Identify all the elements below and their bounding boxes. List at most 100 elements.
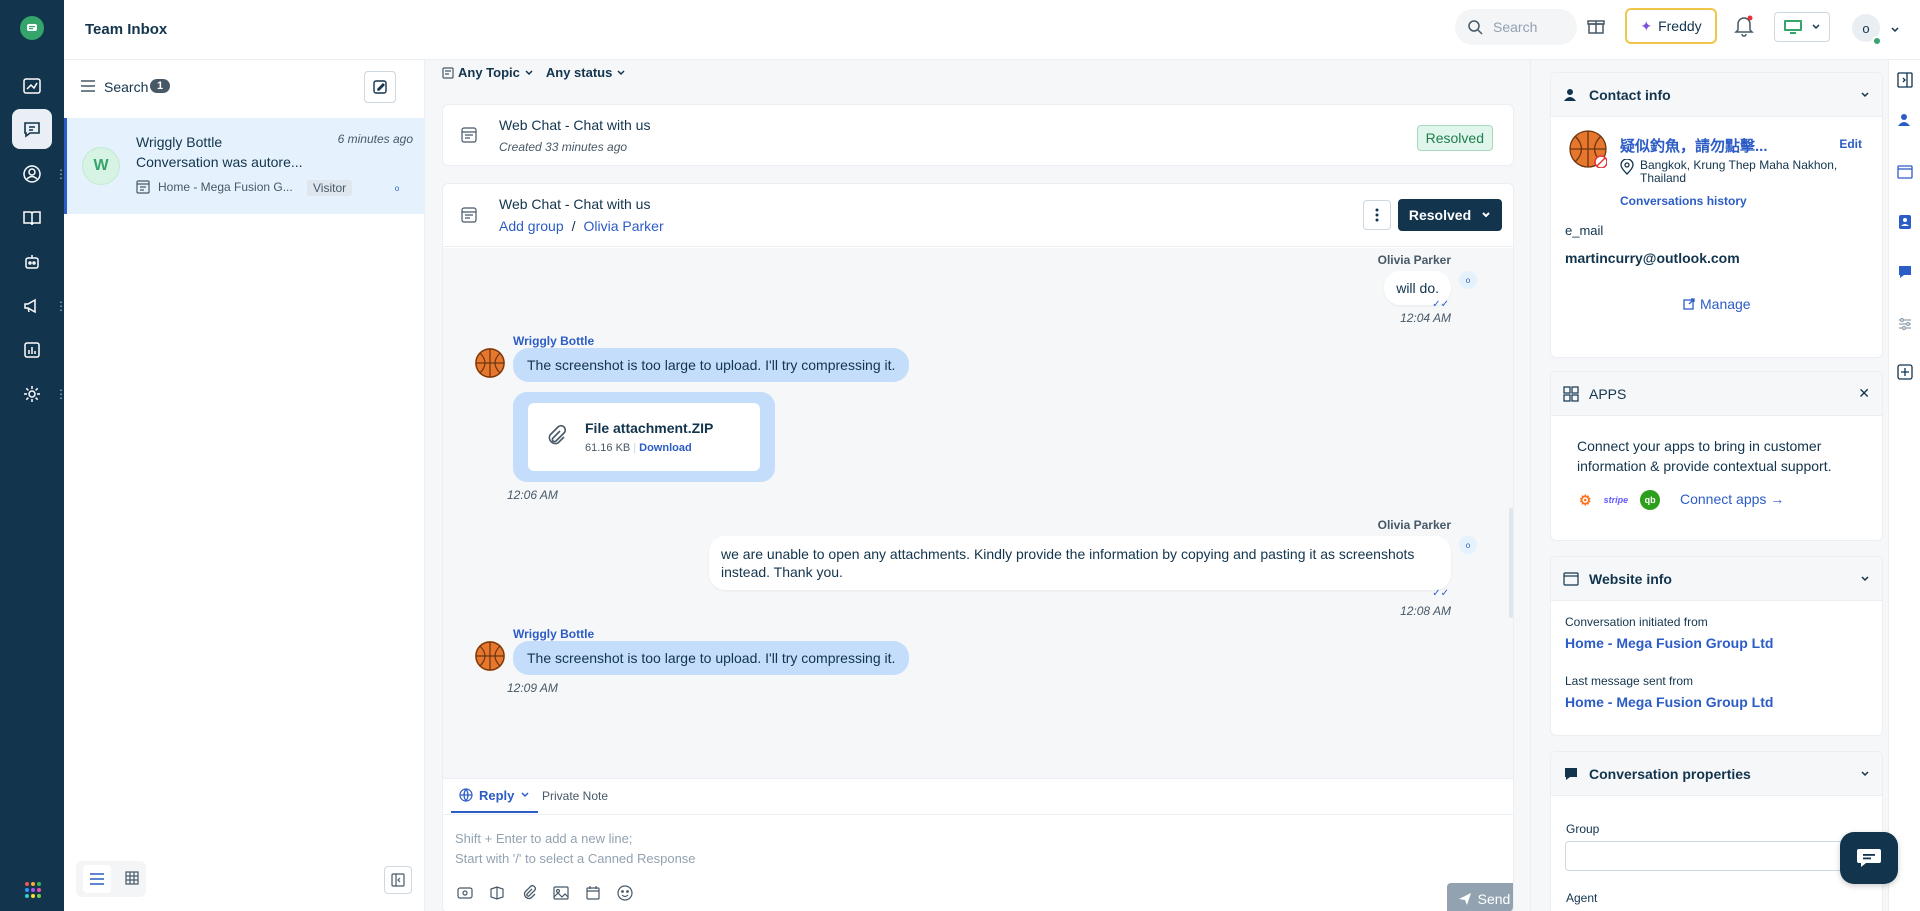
message-time: 12:09 AM	[507, 681, 558, 695]
settings-more-icon[interactable]: ⋮	[55, 388, 67, 400]
add-widget-icon[interactable]	[1897, 364, 1913, 380]
website-icon[interactable]	[1897, 164, 1913, 180]
gift-icon[interactable]	[1586, 16, 1606, 39]
image-icon[interactable]	[553, 885, 569, 901]
campaigns-more-icon[interactable]: ⋮	[55, 300, 67, 312]
edit-contact-link[interactable]: Edit	[1839, 137, 1862, 151]
knowledge-base-nav-icon[interactable]	[12, 198, 52, 238]
conversation-properties-title: Conversation properties	[1589, 766, 1751, 782]
more-options-button[interactable]	[1363, 200, 1391, 230]
conversation-view: Any Topic Any status Web Chat - Chat wit…	[426, 60, 1528, 911]
status-monitor-dropdown[interactable]	[1774, 12, 1830, 42]
attachment-card[interactable]: File attachment.ZIP 61.16 KB | Download	[528, 403, 760, 471]
chevron-down-icon[interactable]	[1860, 769, 1870, 779]
freddy-ai-button[interactable]: ✦ Freddy	[1625, 8, 1717, 44]
contact-info-header[interactable]: Contact info	[1551, 73, 1882, 117]
reports-nav-icon[interactable]	[12, 330, 52, 370]
tab-reply[interactable]: Reply	[451, 779, 539, 813]
collapse-panel-icon[interactable]	[384, 866, 412, 894]
add-group-link[interactable]: Add group	[499, 218, 564, 234]
table-view-icon[interactable]	[125, 870, 139, 888]
dashboard-nav-icon[interactable]	[12, 66, 52, 106]
reply-textarea[interactable]: Shift + Enter to add a new line; Start w…	[455, 829, 696, 869]
conversations-history-link[interactable]: Conversations history	[1620, 194, 1747, 208]
message-sender: Olivia Parker	[1377, 518, 1451, 532]
send-button[interactable]: Send	[1447, 883, 1513, 911]
initiated-link[interactable]: Home - Mega Fusion Group Ltd	[1565, 635, 1773, 651]
contacts-nav-icon[interactable]	[12, 154, 52, 194]
web-chat-icon	[461, 127, 477, 146]
email-value: martincurry@outlook.com	[1565, 250, 1740, 266]
freddy-label: Freddy	[1658, 18, 1702, 34]
conversation-count-badge: 1	[150, 79, 171, 93]
sliders-icon[interactable]	[1897, 316, 1913, 332]
contact-avatar-basketball	[475, 641, 505, 671]
left-nav: ⋮ ⋮ ⋮	[0, 0, 67, 911]
list-view-icon[interactable]	[83, 865, 111, 893]
attachment-meta: 61.16 KB | Download	[585, 442, 692, 454]
conversation-list-item[interactable]: W Wriggly Bottle 6 minutes ago Conversat…	[64, 118, 425, 214]
collapse-sidebar-icon[interactable]	[1897, 72, 1913, 88]
schedule-icon[interactable]	[585, 885, 601, 901]
web-chat-icon	[461, 207, 477, 226]
emoji-icon[interactable]	[617, 885, 633, 901]
chevron-down-icon	[525, 69, 533, 75]
message-time: 12:06 AM	[507, 488, 558, 502]
status-dropdown-button[interactable]: Resolved	[1398, 199, 1502, 231]
contact-icon[interactable]	[1897, 112, 1913, 128]
attachment-name: File attachment.ZIP	[585, 420, 714, 436]
last-message-link[interactable]: Home - Mega Fusion Group Ltd	[1565, 694, 1773, 710]
connect-apps-link[interactable]: Connect apps →	[1680, 491, 1784, 507]
user-menu-chevron-icon[interactable]	[1890, 23, 1900, 38]
contact-avatar: W	[82, 147, 120, 185]
manage-contact-link[interactable]: Manage	[1683, 296, 1751, 312]
app-switcher-icon[interactable]	[24, 881, 42, 899]
chevron-down-icon[interactable]	[1860, 574, 1870, 584]
solution-article-icon[interactable]	[489, 885, 505, 901]
website-info-title: Website info	[1589, 571, 1672, 587]
bot-nav-icon[interactable]	[12, 242, 52, 282]
app-logo-icon[interactable]	[20, 16, 44, 40]
close-icon[interactable]: ✕	[1858, 385, 1870, 402]
conversation-properties-header[interactable]: Conversation properties	[1551, 752, 1882, 796]
send-icon	[1458, 893, 1471, 905]
website-info-header[interactable]: Website info	[1551, 557, 1882, 601]
stripe-logo: stripe	[1603, 495, 1629, 505]
inbox-nav-icon[interactable]	[12, 109, 52, 149]
notifications-bell-icon[interactable]	[1734, 15, 1754, 40]
canned-response-icon[interactable]	[457, 885, 473, 901]
global-search-input[interactable]: Search	[1455, 9, 1577, 45]
topic-filter-label: Any Topic	[458, 65, 520, 80]
agent-avatar: o	[1459, 271, 1477, 289]
messages-scrollbar[interactable]	[1509, 508, 1513, 618]
download-link[interactable]: Download	[639, 442, 692, 454]
profile-card-icon[interactable]	[1897, 214, 1913, 230]
hamburger-menu-icon[interactable]	[81, 80, 95, 95]
attach-icon[interactable]	[521, 885, 537, 901]
chat-widget-button[interactable]	[1840, 832, 1898, 884]
location-pin-icon	[1620, 158, 1634, 178]
previous-conversation-card[interactable]: Web Chat - Chat with us Created 33 minut…	[442, 104, 1514, 166]
paperclip-icon	[546, 424, 567, 450]
composer-divider	[443, 814, 1513, 815]
website-icon	[1563, 571, 1579, 590]
topic-filter[interactable]: Any Topic	[442, 65, 534, 80]
kebab-icon	[1375, 208, 1379, 222]
conversation-icon[interactable]	[1897, 264, 1913, 280]
chevron-down-icon[interactable]	[1860, 90, 1870, 100]
status-filter[interactable]: Any status	[546, 65, 626, 80]
group-select[interactable]	[1565, 841, 1865, 871]
compose-button[interactable]	[364, 71, 396, 103]
contacts-more-icon[interactable]: ⋮	[55, 168, 67, 180]
campaigns-nav-icon[interactable]	[12, 286, 52, 326]
status-button-label: Resolved	[1408, 207, 1472, 223]
chevron-down-icon	[521, 792, 529, 798]
tab-private-note[interactable]: Private Note	[542, 789, 608, 803]
list-search-label[interactable]: Search	[104, 79, 148, 95]
contact-name[interactable]: 疑似釣魚，請勿點擊...	[1620, 135, 1768, 156]
settings-nav-icon[interactable]	[12, 374, 52, 414]
message-bubble-incoming: The screenshot is too large to upload. I…	[513, 641, 910, 675]
assigned-agent-link[interactable]: Olivia Parker	[584, 218, 664, 234]
apps-grid-icon	[1563, 386, 1579, 405]
chevron-down-icon	[617, 69, 625, 75]
